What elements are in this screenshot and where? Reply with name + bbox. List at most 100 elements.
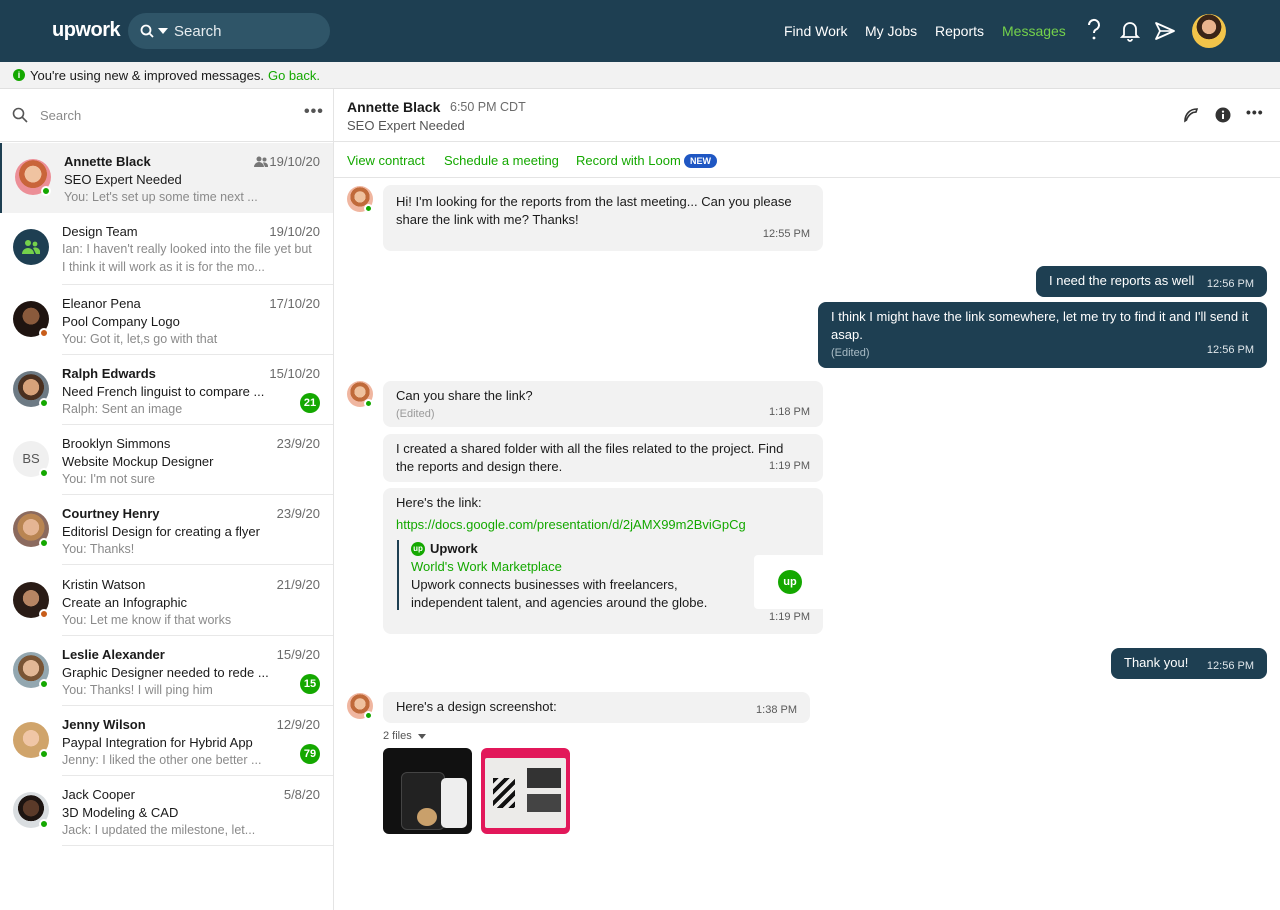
preview-title[interactable]: World's Work Marketplace (411, 558, 562, 576)
message-text: Thank you! (1124, 655, 1189, 670)
conversation-date: 23/9/20 (276, 436, 320, 451)
avatar (347, 693, 373, 720)
nav-my-jobs[interactable]: My Jobs (865, 23, 917, 39)
more-options-icon[interactable]: ••• (1246, 104, 1264, 120)
online-status-icon (39, 679, 49, 689)
conversation-subject: Website Mockup Designer (62, 454, 214, 469)
message-text: I need the reports as well (1049, 273, 1195, 288)
conversation-item[interactable]: Jenny Wilson 12/9/20 Paypal Integration … (0, 706, 333, 776)
conversation-item[interactable]: Ralph Edwards 15/10/20 Need French lingu… (0, 355, 333, 425)
conversation-item[interactable]: Eleanor Pena 17/10/20 Pool Company Logo … (0, 285, 333, 355)
top-nav-bar: upwork Search Find Work My Jobs Reports … (0, 0, 1280, 62)
conversation-preview: You: I'm not sure (62, 472, 155, 486)
team-icon (22, 240, 40, 254)
conversation-preview: You: Thanks! (62, 542, 135, 556)
nav-find-work[interactable]: Find Work (784, 23, 848, 39)
online-status-icon (364, 204, 373, 213)
chevron-down-icon (417, 733, 426, 739)
conversation-name: Ralph Edwards (62, 366, 156, 381)
nav-reports[interactable]: Reports (935, 23, 984, 39)
file-thumbnail[interactable] (383, 748, 472, 834)
message-text: Can you share the link? (396, 388, 533, 403)
conversation-preview: Jack: I updated the milestone, let... (62, 823, 256, 837)
conversation-name: Eleanor Pena (62, 296, 141, 311)
info-icon[interactable] (1215, 107, 1231, 123)
conversation-date: 5/8/20 (283, 787, 320, 802)
conversation-item[interactable]: BS Brooklyn Simmons 23/9/20 Website Mock… (0, 425, 333, 495)
outgoing-message: I need the reports as well 12:56 PM (1036, 266, 1267, 297)
conversation-preview: You: Let me know if that works (62, 613, 232, 627)
unread-count-badge: 79 (300, 744, 320, 764)
message-time: 12:56 PM (1206, 344, 1254, 356)
global-search[interactable]: Search (128, 13, 330, 49)
message-text: Here's the link: (396, 495, 482, 510)
go-back-link[interactable]: Go back. (268, 68, 320, 83)
more-options-icon[interactable]: ••• (304, 103, 324, 121)
help-icon[interactable] (1086, 18, 1102, 42)
conversation-subject: Paypal Integration for Hybrid App (62, 735, 253, 750)
outgoing-message: I think I might have the link somewhere,… (818, 302, 1267, 368)
send-icon[interactable] (1154, 21, 1176, 41)
avatar (13, 229, 49, 265)
conversation-date: 23/9/20 (276, 506, 320, 521)
bell-icon[interactable] (1120, 20, 1140, 42)
conversation-name: Kristin Watson (62, 577, 146, 592)
new-badge: NEW (684, 154, 717, 168)
outgoing-message: Thank you! 12:56 PM (1111, 648, 1267, 679)
online-status-icon (41, 186, 51, 196)
message-text: I think I might have the link somewhere,… (831, 309, 1249, 342)
online-status-icon (364, 399, 373, 408)
upwork-logo[interactable]: upwork (52, 19, 121, 42)
message-time: 1:38 PM (756, 704, 797, 716)
conversation-preview: You: Got it, let,s go with that (62, 332, 218, 346)
conversation-subject: SEO Expert Needed (64, 172, 182, 187)
nav-messages[interactable]: Messages (1002, 23, 1066, 39)
edited-label: (Edited) (396, 408, 435, 420)
messages-banner: i You're using new & improved messages. … (0, 62, 1280, 89)
phone-icon[interactable] (1183, 107, 1199, 123)
files-count: 2 files (383, 730, 412, 742)
online-status-icon (39, 819, 49, 829)
conversation-preview: You: Thanks! I will ping him (62, 683, 213, 697)
incoming-message: Here's a design screenshot: 1:38 PM (383, 692, 810, 723)
conversation-name: Jenny Wilson (62, 717, 146, 732)
incoming-message: I created a shared folder with all the f… (383, 434, 823, 482)
chat-contact-name[interactable]: Annette Black (347, 99, 440, 115)
file-thumbnail[interactable] (481, 748, 570, 834)
conversation-preview-line2: I think it will work as it is for the mo… (62, 260, 265, 274)
away-status-icon (39, 328, 49, 338)
conversation-preview: Ian: I haven't really looked into the fi… (62, 242, 312, 256)
conversation-date: 19/10/20 (269, 224, 320, 239)
conversation-date: 15/9/20 (276, 647, 320, 662)
conversation-name: Annette Black (64, 154, 151, 169)
link-preview-card[interactable]: up Upwork World's Work Marketplace Upwor… (397, 540, 826, 610)
conversation-preview: You: Let's set up some time next ... (64, 190, 258, 204)
message-time: 1:18 PM (769, 406, 810, 418)
conversation-item[interactable]: Leslie Alexander 15/9/20 Graphic Designe… (0, 636, 333, 706)
message-time: 12:55 PM (762, 228, 810, 240)
sidebar-search[interactable]: Search ••• (0, 89, 333, 142)
shared-link[interactable]: https://docs.google.com/presentation/d/2… (396, 516, 810, 534)
online-status-icon (39, 468, 49, 478)
online-status-icon (39, 538, 49, 548)
conversation-item[interactable]: Kristin Watson 21/9/20 Create an Infogra… (0, 566, 333, 636)
conversation-item[interactable]: Design Team 19/10/20 Ian: I haven't real… (0, 213, 333, 285)
chevron-down-icon[interactable] (158, 28, 168, 34)
user-avatar[interactable] (1192, 14, 1226, 48)
chat-header: Annette Black 6:50 PM CDT SEO Expert Nee… (334, 89, 1280, 142)
schedule-meeting-link[interactable]: Schedule a meeting (444, 153, 559, 168)
conversation-date: 21/9/20 (276, 577, 320, 592)
incoming-message: Can you share the link? (Edited) 1:18 PM (383, 381, 823, 427)
files-toggle[interactable]: 2 files (383, 730, 426, 742)
away-status-icon (39, 609, 49, 619)
unread-count-badge: 15 (300, 674, 320, 694)
record-with-loom-link[interactable]: Record with Loom (576, 153, 681, 168)
conversation-item[interactable]: Annette Black 19/10/20 SEO Expert Needed… (0, 143, 333, 213)
conversation-subject: 3D Modeling & CAD (62, 805, 179, 820)
view-contract-link[interactable]: View contract (347, 153, 425, 168)
conversation-item[interactable]: Courtney Henry 23/9/20 Editorisl Design … (0, 495, 333, 565)
conversation-subject: Pool Company Logo (62, 314, 180, 329)
preview-description: Upwork connects businesses with freelanc… (411, 577, 708, 610)
conversation-item[interactable]: Jack Cooper 5/8/20 3D Modeling & CAD Jac… (0, 776, 333, 846)
message-text: Hi! I'm looking for the reports from the… (396, 194, 792, 227)
